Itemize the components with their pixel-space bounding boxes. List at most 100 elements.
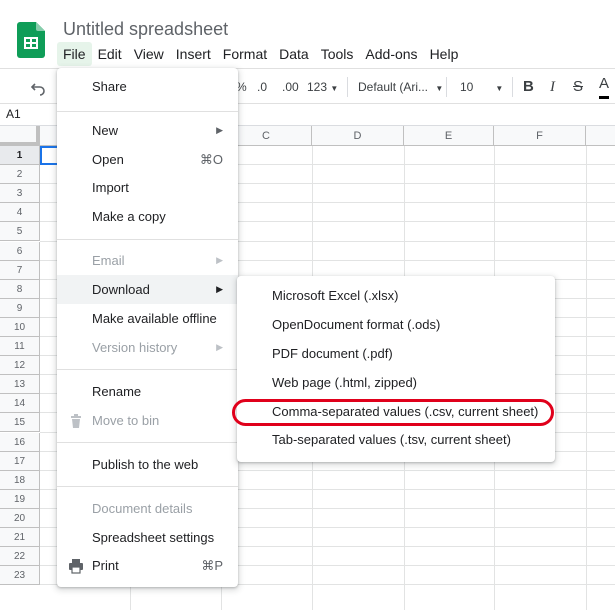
menu-item-label: Move to bin xyxy=(92,413,160,428)
row-header[interactable]: 18 xyxy=(0,470,40,490)
row-header[interactable]: 12 xyxy=(0,356,40,376)
row-header[interactable]: 3 xyxy=(0,184,40,204)
number-format-label: 123 xyxy=(307,80,328,94)
menu-item-label: Version history xyxy=(92,340,178,355)
row-header[interactable]: 22 xyxy=(0,547,40,567)
file-menu: Share New ▶ Open ⌘O Import Make a copy Ema… xyxy=(57,68,238,587)
select-all-corner[interactable] xyxy=(0,126,40,146)
download-tsv[interactable]: Tab-separated values (.tsv, current shee… xyxy=(237,425,555,454)
strikethrough-button[interactable]: S xyxy=(573,69,583,105)
download-submenu: Microsoft Excel (.xlsx) OpenDocument for… xyxy=(237,276,555,462)
menu-data[interactable]: Data xyxy=(273,42,315,66)
menu-item-move-to-bin: Move to bin xyxy=(57,406,238,435)
row-header[interactable]: 21 xyxy=(0,528,40,547)
menu-item-label: Import xyxy=(92,180,129,195)
menu-item-label: New xyxy=(92,123,119,138)
font-size-label: 10 xyxy=(460,80,474,94)
row-header[interactable]: 23 xyxy=(0,566,40,586)
font-family-dropdown[interactable]: Default (Ari... ▼ xyxy=(358,69,443,105)
row-header[interactable]: 16 xyxy=(0,432,40,452)
undo-icon[interactable] xyxy=(30,69,46,105)
menu-divider xyxy=(57,111,238,112)
decrease-decimal-button[interactable]: .0 xyxy=(257,69,267,105)
chevron-down-icon: ▼ xyxy=(330,84,339,93)
row-header[interactable]: 4 xyxy=(0,203,40,223)
menu-item-label: Publish to the web xyxy=(92,457,199,472)
menu-item-label: Tab-separated values (.tsv, current shee… xyxy=(272,432,511,447)
row-header[interactable]: 14 xyxy=(0,394,40,414)
row-header[interactable]: 5 xyxy=(0,222,40,242)
text-color-button[interactable]: A xyxy=(599,69,610,99)
menubar: File Edit View Insert Format Data Tools … xyxy=(57,42,464,66)
row-header[interactable]: 9 xyxy=(0,298,40,318)
row-header[interactable]: 10 xyxy=(0,317,40,337)
column-header-f[interactable]: F xyxy=(494,126,586,146)
row-header[interactable]: 8 xyxy=(0,279,40,299)
menu-item-open[interactable]: Open ⌘O xyxy=(57,145,238,174)
shortcut-label: ⌘P xyxy=(201,558,223,573)
submenu-arrow-icon: ▶ xyxy=(216,342,223,352)
menu-item-label: OpenDocument format (.ods) xyxy=(272,317,441,332)
menu-file[interactable]: File xyxy=(57,42,92,66)
menu-item-share[interactable]: Share xyxy=(57,72,238,101)
download-pdf[interactable]: PDF document (.pdf) xyxy=(237,339,555,368)
grid-line xyxy=(586,146,587,610)
menu-item-make-copy[interactable]: Make a copy xyxy=(57,202,238,231)
menu-tools[interactable]: Tools xyxy=(315,42,360,66)
menu-item-rename[interactable]: Rename xyxy=(57,377,238,406)
row-header[interactable]: 6 xyxy=(0,241,40,261)
name-box[interactable]: A1 xyxy=(6,107,21,121)
menu-item-new[interactable]: New ▶ xyxy=(57,116,238,145)
menu-item-version-history: Version history ▶ xyxy=(57,333,238,362)
row-header[interactable]: 20 xyxy=(0,508,40,528)
increase-decimal-button[interactable]: .00 xyxy=(282,69,299,105)
row-header[interactable]: 13 xyxy=(0,375,40,395)
menu-item-label: Document details xyxy=(92,501,193,516)
row-header[interactable]: 15 xyxy=(0,413,40,433)
menu-edit[interactable]: Edit xyxy=(92,42,128,66)
number-format-dropdown[interactable]: 123 ▼ xyxy=(307,69,338,105)
menu-insert[interactable]: Insert xyxy=(170,42,217,66)
menu-item-publish[interactable]: Publish to the web xyxy=(57,450,238,479)
bold-button[interactable]: B xyxy=(523,69,534,105)
menu-item-print[interactable]: Print ⌘P xyxy=(57,551,238,580)
menu-view[interactable]: View xyxy=(128,42,170,66)
shortcut-label: ⌘O xyxy=(199,152,223,167)
menu-item-document-details: Document details xyxy=(57,494,238,523)
menu-help[interactable]: Help xyxy=(424,42,465,66)
menu-item-spreadsheet-settings[interactable]: Spreadsheet settings xyxy=(57,523,238,552)
row-header[interactable]: 7 xyxy=(0,260,40,280)
toolbar-divider xyxy=(347,77,348,97)
download-ods[interactable]: OpenDocument format (.ods) xyxy=(237,310,555,339)
menu-addons[interactable]: Add-ons xyxy=(359,42,423,66)
submenu-arrow-icon: ▶ xyxy=(216,125,223,135)
menu-item-label: Print xyxy=(92,558,119,573)
menu-item-import[interactable]: Import xyxy=(57,173,238,202)
italic-button[interactable]: I xyxy=(550,69,555,105)
column-header-d[interactable]: D xyxy=(312,126,404,146)
menu-item-label: Email xyxy=(92,253,125,268)
font-family-label: Default (Ari... xyxy=(358,80,429,94)
row-header[interactable]: 11 xyxy=(0,337,40,356)
font-size-dropdown[interactable]: 10 ▼ xyxy=(460,69,503,105)
sheets-logo-icon[interactable] xyxy=(17,22,45,58)
highlight-annotation xyxy=(232,399,554,426)
menu-item-email: Email ▶ xyxy=(57,246,238,275)
menu-item-label: PDF document (.pdf) xyxy=(272,346,393,361)
download-xlsx[interactable]: Microsoft Excel (.xlsx) xyxy=(237,281,555,310)
row-header[interactable]: 19 xyxy=(0,489,40,509)
menu-item-label: Web page (.html, zipped) xyxy=(272,375,417,390)
menu-item-download[interactable]: Download ▶ xyxy=(57,275,238,304)
menu-format[interactable]: Format xyxy=(217,42,273,66)
menu-item-offline[interactable]: Make available offline xyxy=(57,304,238,333)
document-title[interactable]: Untitled spreadsheet xyxy=(63,19,228,40)
toolbar-divider xyxy=(512,77,513,97)
download-html[interactable]: Web page (.html, zipped) xyxy=(237,368,555,397)
menu-item-label: Make available offline xyxy=(92,311,217,326)
submenu-arrow-icon: ▶ xyxy=(216,255,223,265)
row-header[interactable]: 17 xyxy=(0,451,40,471)
row-header[interactable]: 1 xyxy=(0,146,40,165)
column-header-e[interactable]: E xyxy=(404,126,494,146)
row-header[interactable]: 2 xyxy=(0,165,40,185)
submenu-arrow-icon: ▶ xyxy=(216,284,223,294)
